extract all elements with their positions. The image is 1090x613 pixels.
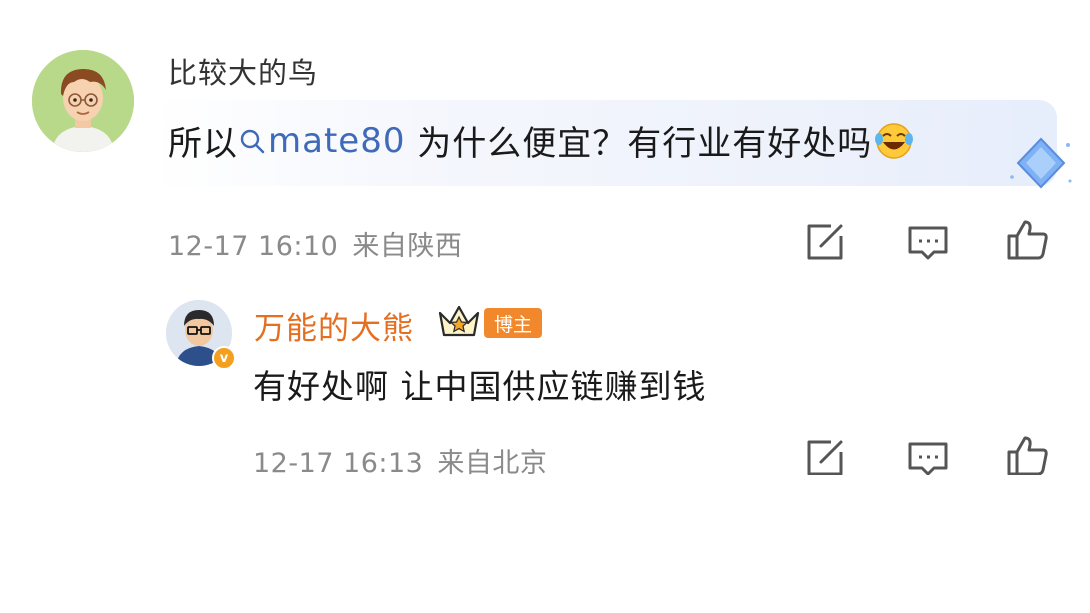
comment-card: 比较大的鸟 所以 mate80 为什么便宜？有行业有好处吗 12-17 16:10… bbox=[0, 0, 1090, 290]
topic-label: mate80 bbox=[268, 121, 406, 161]
comment-location: 来自陕西 bbox=[352, 231, 463, 262]
avatar-illustration bbox=[32, 50, 134, 152]
search-icon bbox=[240, 129, 265, 154]
comment-icon bbox=[908, 226, 948, 260]
cropped-area bbox=[0, 475, 1090, 613]
comment-timestamp: 12-17 16:10 bbox=[168, 231, 339, 262]
laugh-cry-emoji bbox=[874, 121, 914, 170]
comment-username[interactable]: 比较大的鸟 bbox=[168, 50, 318, 92]
topic-link[interactable]: mate80 bbox=[238, 121, 405, 161]
like-button[interactable] bbox=[1003, 216, 1051, 264]
comment-text-prefix: 所以 bbox=[168, 124, 238, 164]
reply-like-button[interactable] bbox=[1003, 432, 1051, 480]
share-icon bbox=[807, 224, 843, 260]
comment-button[interactable] bbox=[904, 218, 952, 266]
reply-text: 有好处啊 让中国供应链赚到钱 bbox=[253, 367, 707, 406]
share-button[interactable] bbox=[801, 218, 849, 266]
diamond-sticker bbox=[1006, 133, 1076, 197]
like-icon bbox=[1007, 220, 1048, 260]
reply-username[interactable]: 万能的大熊 bbox=[254, 303, 414, 348]
host-badge: 博主 bbox=[484, 308, 543, 338]
like-icon bbox=[1007, 436, 1048, 476]
comment-meta: 12-17 16:10 来自陕西 bbox=[168, 224, 462, 263]
comment-text-suffix: 为什么便宜？有行业有好处吗 bbox=[405, 124, 873, 164]
crown-icon bbox=[436, 303, 482, 343]
comment-text: 所以 mate80 为什么便宜？有行业有好处吗 bbox=[168, 116, 914, 170]
verified-badge: v bbox=[212, 346, 236, 370]
user-avatar[interactable] bbox=[32, 50, 134, 152]
